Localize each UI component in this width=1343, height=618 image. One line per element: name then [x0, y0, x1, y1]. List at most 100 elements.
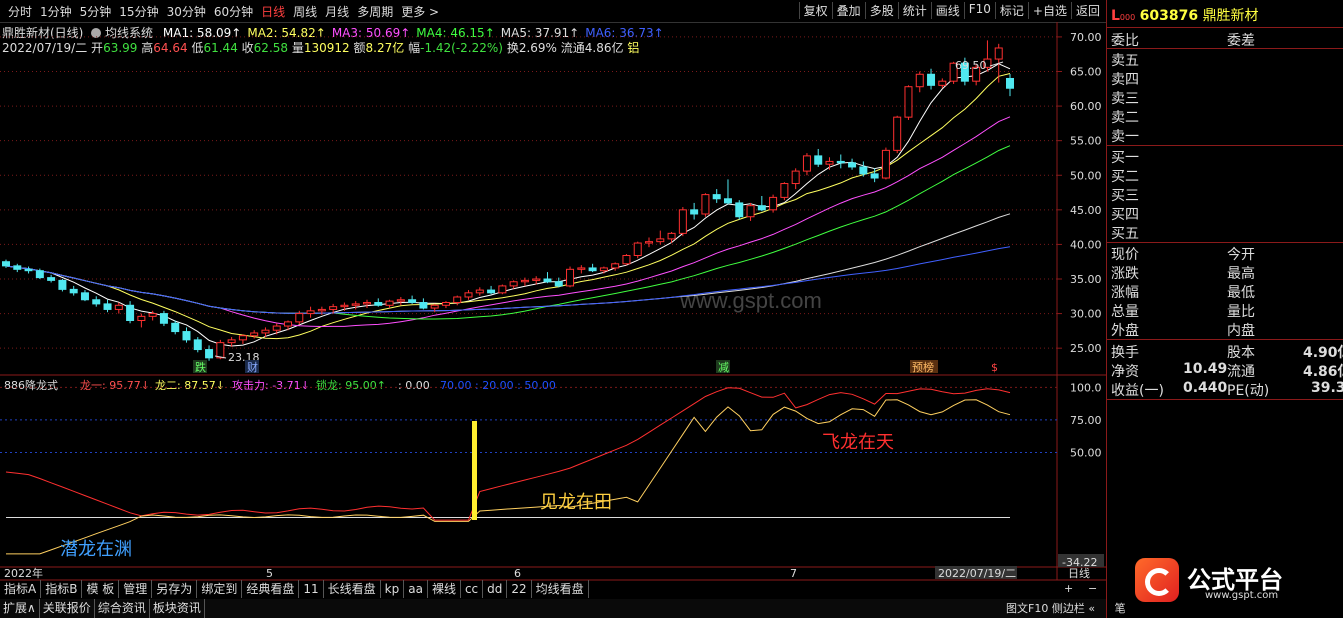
- ma-line: [5, 246, 1011, 314]
- tag-jian[interactable]: 减: [718, 361, 729, 374]
- equity-value: 4.90亿: [1303, 345, 1343, 361]
- toolbar-button[interactable]: 画线: [930, 2, 964, 19]
- level-values: 70.00 : 20.00 : 50.00: [440, 379, 556, 392]
- period-tab[interactable]: 月线: [321, 3, 353, 20]
- candle: [667, 231, 676, 244]
- f10-link[interactable]: 图文F10: [1006, 602, 1048, 615]
- period-tab[interactable]: 周线: [289, 3, 321, 20]
- quote-panel: L000 603876 鼎胜新材 委比 委差 卖五 卖四 卖三 卖二 卖一 买一 买二 买三…: [1106, 0, 1343, 618]
- template-tab[interactable]: 长线看盘: [324, 580, 381, 598]
- netasset-value: 10.49: [1183, 361, 1228, 377]
- candle: [836, 154, 845, 169]
- template-tab[interactable]: 经典看盘: [242, 580, 300, 598]
- period-toolbar: 分时 1分钟 5分钟 15分钟 30分钟 60分钟 日线 周线 月线 多周期 更多 > 复权 叠加 多股…: [0, 0, 1106, 23]
- sidebar-toggle[interactable]: 侧边栏 «: [1052, 602, 1095, 615]
- lock-value: 锁龙: 95.00↑: [316, 378, 386, 392]
- template-tab[interactable]: 另存为: [152, 580, 198, 598]
- template-tab[interactable]: dd: [483, 580, 508, 598]
- template-tab[interactable]: 11: [299, 580, 324, 598]
- candle: [791, 168, 800, 190]
- extension-tab[interactable]: 扩展∧: [0, 599, 40, 618]
- template-tab[interactable]: 指标B: [41, 580, 83, 598]
- template-tab[interactable]: 管理: [119, 580, 153, 598]
- toolbar-button[interactable]: 叠加: [831, 2, 865, 19]
- candle: [475, 287, 484, 296]
- sell-level: 卖三: [1111, 91, 1139, 107]
- template-tab[interactable]: 绑定到: [197, 580, 243, 598]
- candle: [114, 302, 123, 314]
- period-tab[interactable]: 60分钟: [210, 3, 257, 20]
- sell-level: 卖五: [1111, 53, 1139, 69]
- stat-label: 内盘: [1227, 323, 1255, 339]
- period-tab[interactable]: 5分钟: [76, 3, 116, 20]
- tag-dollar[interactable]: $: [991, 361, 998, 374]
- template-tab[interactable]: 22: [507, 580, 532, 598]
- candle: [825, 157, 834, 170]
- template-tab[interactable]: 裸线: [428, 580, 461, 598]
- candle: [690, 202, 699, 220]
- price-tick: 45.00: [1070, 204, 1102, 217]
- logo: 公式平台 www.gspt.com: [1135, 558, 1340, 608]
- chart-area[interactable]: www.gspt.com 70.00 65.00 60.00 55.00 50.00 45…: [0, 22, 1106, 618]
- template-tab[interactable]: 模 板: [82, 580, 120, 598]
- candle: [159, 310, 168, 327]
- period-tab[interactable]: 多周期: [353, 3, 397, 20]
- template-tab[interactable]: 指标A: [0, 580, 42, 598]
- period-tab[interactable]: 1分钟: [36, 3, 76, 20]
- template-tab[interactable]: kp: [381, 580, 405, 598]
- extension-tab[interactable]: 关联报价: [40, 599, 95, 618]
- period-tab[interactable]: 30分钟: [163, 3, 210, 20]
- toolbar-button[interactable]: +自选: [1027, 2, 1071, 19]
- candle: [859, 161, 868, 177]
- candle: [633, 241, 642, 259]
- tag-cai[interactable]: 财: [247, 360, 258, 374]
- period-tab[interactable]: 15分钟: [115, 3, 162, 20]
- candle: [453, 295, 462, 306]
- indicator-line: [5, 387, 1011, 521]
- equity-label: 股本: [1227, 345, 1255, 361]
- feilong-text: 飞龙在天: [822, 432, 894, 453]
- income-value: 0.440: [1183, 380, 1228, 396]
- toolbar-button[interactable]: 标记: [994, 2, 1028, 19]
- tag-yuying[interactable]: 预榜: [912, 360, 934, 374]
- stat-label: 总量: [1111, 304, 1139, 320]
- indicator-axis: 100.075.0050.00-34.22: [1058, 381, 1104, 569]
- pen-button[interactable]: 笔: [1115, 602, 1126, 615]
- period-tab[interactable]: 分时: [4, 3, 36, 20]
- candle: [543, 272, 552, 284]
- float-label: 流通: [1227, 364, 1255, 380]
- indicator-name[interactable]: 886降龙式: [4, 378, 58, 392]
- extension-tab[interactable]: 综合资讯: [95, 599, 150, 618]
- indicator-tick: 100.0: [1070, 381, 1102, 394]
- candle: [656, 230, 665, 245]
- price-tick: 50.00: [1070, 169, 1102, 182]
- candle: [881, 147, 890, 180]
- tag-die[interactable]: 跌: [195, 360, 206, 374]
- template-tab[interactable]: cc: [461, 580, 484, 598]
- period-tabs: 分时 1分钟 5分钟 15分钟 30分钟 60分钟 日线 周线 月线 多周期 更多 >: [4, 3, 443, 20]
- attack-value: 攻击力: -3.71↓: [232, 378, 310, 392]
- candle: [712, 189, 721, 203]
- toolbar-button[interactable]: 多股: [864, 2, 898, 19]
- toolbar-button[interactable]: 返回: [1070, 2, 1104, 19]
- template-tab[interactable]: aa: [404, 580, 428, 598]
- extension-tab[interactable]: 板块资讯: [150, 599, 205, 618]
- period-tab[interactable]: 更多 >: [397, 3, 443, 20]
- stat-label: 最低: [1227, 285, 1255, 301]
- toolbar-button[interactable]: F10: [963, 2, 995, 19]
- indicator-lines: [5, 387, 1011, 555]
- period-label[interactable]: 日线: [1068, 566, 1090, 580]
- ma-line: [5, 73, 1011, 340]
- pe-value: 39.3: [1311, 380, 1343, 396]
- toolbar-button[interactable]: 复权: [798, 2, 832, 19]
- toolbar-buttons: 复权 叠加 多股 统计 画线 F10 标记 +自选 返回: [798, 2, 1104, 19]
- candle: [701, 193, 710, 217]
- template-tab[interactable]: 均线看盘: [532, 580, 589, 598]
- candle: [780, 182, 789, 201]
- current-date: 2022/07/19/二: [938, 567, 1016, 580]
- candle: [904, 85, 913, 120]
- period-tab[interactable]: 日线: [257, 3, 289, 20]
- toolbar-button[interactable]: 统计: [897, 2, 931, 19]
- candle: [645, 237, 654, 248]
- stat-label: 最高: [1227, 266, 1255, 282]
